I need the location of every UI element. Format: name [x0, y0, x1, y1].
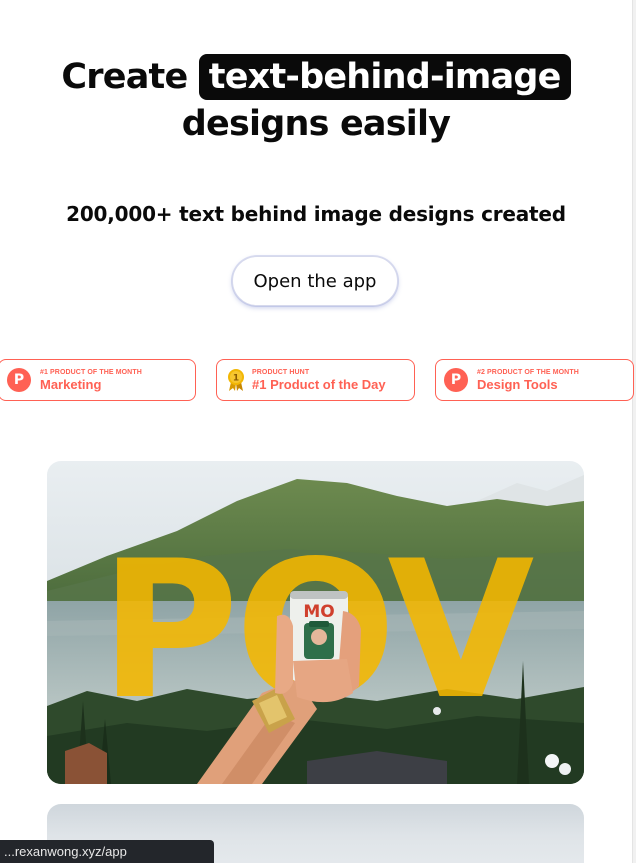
- title-rest: designs easily: [181, 104, 451, 144]
- product-hunt-icon: P: [444, 368, 468, 392]
- badge-product-of-the-day[interactable]: 1 PRODUCT HUNT #1 Product of the Day: [216, 359, 415, 401]
- title-highlight: text-behind-image: [198, 54, 571, 100]
- gold-medal-icon: 1: [228, 369, 244, 391]
- link-status-bar: ...rexanwong.xyz/app: [0, 840, 214, 863]
- badge-title: Marketing: [40, 377, 102, 392]
- title-word-create: Create: [61, 57, 188, 97]
- showcase-image: POV MO: [47, 461, 584, 784]
- can-label-text: MO: [303, 602, 334, 622]
- medal-number: 1: [233, 374, 239, 384]
- open-app-button[interactable]: Open the app: [232, 256, 398, 306]
- badge-title: #1 Product of the Day: [252, 377, 386, 392]
- badge-design-tools[interactable]: P #2 PRODUCT OF THE MONTH Design Tools: [435, 359, 634, 401]
- hero-title: Create text-behind-image designs easily: [0, 54, 632, 148]
- badge-caption: PRODUCT HUNT: [252, 369, 310, 376]
- badge-caption: #1 PRODUCT OF THE MONTH: [40, 369, 142, 376]
- badge-caption: #2 PRODUCT OF THE MONTH: [477, 369, 579, 376]
- designs-count-subtitle: 200,000+ text behind image designs creat…: [66, 202, 566, 226]
- page-scrollbar[interactable]: [632, 0, 636, 863]
- product-hunt-icon: P: [7, 368, 31, 392]
- badge-marketing[interactable]: P #1 PRODUCT OF THE MONTH Marketing: [0, 359, 196, 401]
- lake-scene-illustration: POV MO: [47, 461, 584, 784]
- badge-title: Design Tools: [477, 377, 558, 392]
